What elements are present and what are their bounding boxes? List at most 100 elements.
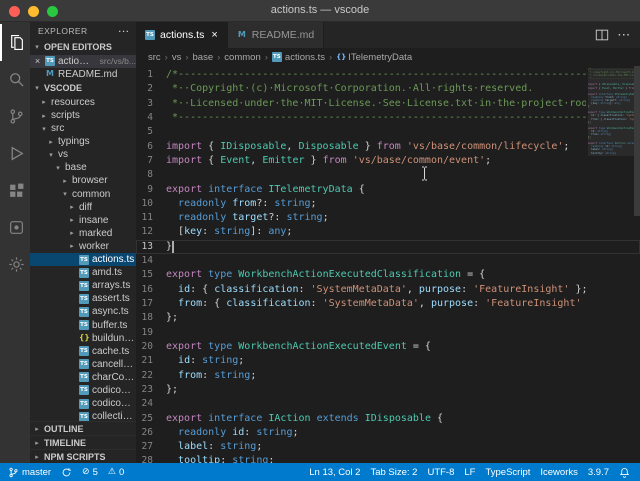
code-line-13[interactable]: 13} xyxy=(136,240,640,254)
code-line-5[interactable]: 5 xyxy=(136,125,640,139)
settings-button[interactable] xyxy=(0,246,30,283)
status-sync[interactable] xyxy=(61,467,72,478)
folder-browser[interactable]: ▸ browser xyxy=(30,174,136,187)
status-lf[interactable]: LF xyxy=(464,467,475,478)
code-line-17[interactable]: 17 from: { classification: 'SystemMetaDa… xyxy=(136,297,640,311)
status-typescript[interactable]: TypeScript xyxy=(485,467,530,478)
status-tab-size-2[interactable]: Tab Size: 2 xyxy=(370,467,417,478)
code-text: id: { classification: 'SystemMetaData', … xyxy=(178,283,586,295)
open-editor-README.md[interactable]: M README.md xyxy=(30,68,136,81)
code-line-21[interactable]: 21 id: string; xyxy=(136,354,640,368)
close-editor-icon[interactable]: × xyxy=(33,56,42,66)
status-branch[interactable]: master xyxy=(8,467,51,478)
notifications-bell-icon[interactable] xyxy=(619,467,630,478)
explorer-more-actions-icon[interactable]: ··· xyxy=(119,26,131,36)
status-error[interactable]: ⊘ 5 xyxy=(82,467,98,478)
code-line-10[interactable]: 10 readonly from?: string; xyxy=(136,197,640,211)
folder-diff[interactable]: ▸ diff xyxy=(30,201,136,214)
code-editor[interactable]: 1 /*-------------------------------------… xyxy=(136,66,640,463)
code-line-4[interactable]: 4 *-------------------------------------… xyxy=(136,111,640,125)
tab-actions.ts[interactable]: TS actions.ts × xyxy=(136,22,228,48)
status-utf-8[interactable]: UTF-8 xyxy=(427,467,454,478)
code-line-2[interactable]: 2 *··Copyright·(c)·Microsoft·Corporation… xyxy=(136,82,640,96)
open-editor-actions.ts[interactable]: ×TSactions.ts src/vs/b... xyxy=(30,54,136,68)
folder-insane[interactable]: ▸ insane xyxy=(30,214,136,227)
editor-scrollbar[interactable] xyxy=(634,66,640,463)
folder-src[interactable]: ▾ src xyxy=(30,122,136,135)
split-editor-icon[interactable] xyxy=(595,28,609,42)
status-warning[interactable]: ⚠ 0 xyxy=(108,467,124,478)
code-line-15[interactable]: 15 export type WorkbenchActionExecutedCla… xyxy=(136,268,640,282)
open-editors-header[interactable]: ▾ OPEN EDITORS xyxy=(30,40,136,55)
file-codicons.ts[interactable]: TScodicons.ts xyxy=(30,397,136,410)
warnings-icon: ⚠ xyxy=(107,467,116,477)
file-codicon.ts[interactable]: TS codicon.ts xyxy=(30,384,136,397)
code-line-16[interactable]: 16 id: { classification: 'SystemMetaData… xyxy=(136,283,640,297)
breadcrumb-item-common[interactable]: common xyxy=(224,52,260,63)
code-line-9[interactable]: 9 export interface ITelemetryData { xyxy=(136,183,640,197)
breadcrumb-item-ITelemetryData[interactable]: {} ITelemetryData xyxy=(336,52,412,63)
file-cancellation.ts[interactable]: TScancellation.ts xyxy=(30,358,136,371)
file-collections.ts[interactable]: TScollections.ts xyxy=(30,410,136,421)
run-debug-button[interactable] xyxy=(0,135,30,172)
iceworks-button[interactable] xyxy=(0,209,30,246)
folder-base[interactable]: ▾ base xyxy=(30,161,136,174)
code-line-27[interactable]: 27 label: string; xyxy=(136,440,640,454)
status-ln-13-col-2[interactable]: Ln 13, Col 2 xyxy=(309,467,360,478)
file-async.ts[interactable]: TS async.ts xyxy=(30,305,136,318)
search-button[interactable] xyxy=(0,61,30,98)
breadcrumb-item-actions.ts[interactable]: TS actions.ts xyxy=(271,52,325,63)
file-assert.ts[interactable]: TS assert.ts xyxy=(30,292,136,305)
breadcrumb-item-vs[interactable]: vs xyxy=(172,52,182,63)
file-buffer.ts[interactable]: TS buffer.ts xyxy=(30,318,136,331)
folder-scripts[interactable]: ▸ scripts xyxy=(30,109,136,122)
folder-worker[interactable]: ▸ worker xyxy=(30,240,136,253)
source-control-button[interactable] xyxy=(0,98,30,135)
editor-more-actions-icon[interactable]: ··· xyxy=(618,30,631,41)
code-line-26[interactable]: 26 readonly id: string; xyxy=(136,426,640,440)
close-tab-icon[interactable]: × xyxy=(211,29,217,41)
code-line-22[interactable]: 22 from: string; xyxy=(136,369,640,383)
folder-typings[interactable]: ▸ typings xyxy=(30,135,136,148)
status-bar: master ⊘ 5 ⚠ 0 Ln 13, Col 2 Tab Size: 2 UTF-8 L… xyxy=(0,463,640,481)
folder-marked[interactable]: ▸ marked xyxy=(30,227,136,240)
breadcrumb-item-src[interactable]: src xyxy=(148,52,161,63)
folder-vs[interactable]: ▾ vs xyxy=(30,148,136,161)
section-npm-scripts[interactable]: ▸ NPM SCRIPTS xyxy=(30,449,136,463)
scrollbar-thumb[interactable] xyxy=(634,66,640,216)
folder-resources[interactable]: ▸ resources xyxy=(30,96,136,109)
workspace-header[interactable]: ▾ VSCODE xyxy=(30,81,136,96)
minimap[interactable]: /*--------------------------------------… xyxy=(588,68,634,155)
code-line-3[interactable]: 3 *··Licensed·under·the·MIT·License.·See… xyxy=(136,97,640,111)
explorer-button[interactable] xyxy=(0,24,30,61)
code-line-7[interactable]: 7 import { Event, Emitter } from 'vs/base… xyxy=(136,154,640,168)
code-line-18[interactable]: 18}; xyxy=(136,311,640,325)
code-line-11[interactable]: 11 readonly target?: string; xyxy=(136,211,640,225)
file-cache.ts[interactable]: TS cache.ts xyxy=(30,345,136,358)
code-line-6[interactable]: 6 import { IDisposable, Disposable } from… xyxy=(136,140,640,154)
section-outline[interactable]: ▸ OUTLINE xyxy=(30,421,136,435)
code-line-19[interactable]: 19 xyxy=(136,326,640,340)
code-line-20[interactable]: 20 export type WorkbenchActionExecutedEve… xyxy=(136,340,640,354)
file-arrays.ts[interactable]: TS arrays.ts xyxy=(30,279,136,292)
folder-common[interactable]: ▾ common xyxy=(30,188,136,201)
file-buildunit.json[interactable]: {}buildunit.json xyxy=(30,332,136,345)
code-line-1[interactable]: 1 /*-------------------------------------… xyxy=(136,68,640,82)
section-timeline[interactable]: ▸ TIMELINE xyxy=(30,435,136,449)
code-line-28[interactable]: 28 tooltip: string; xyxy=(136,454,640,463)
file-charCode.ts[interactable]: TScharCode.ts xyxy=(30,371,136,384)
code-line-25[interactable]: 25 export interface IAction extends IDisp… xyxy=(136,412,640,426)
code-line-24[interactable]: 24 xyxy=(136,397,640,411)
file-actions.ts[interactable]: TS actions.ts xyxy=(30,253,136,267)
sync-icon xyxy=(61,467,72,478)
extensions-button[interactable] xyxy=(0,172,30,209)
code-line-23[interactable]: 23}; xyxy=(136,383,640,397)
code-line-14[interactable]: 14 xyxy=(136,254,640,268)
status-iceworks[interactable]: Iceworks xyxy=(540,467,577,478)
tab-README.md[interactable]: M README.md xyxy=(227,22,325,48)
code-line-8[interactable]: 8 xyxy=(136,168,640,182)
breadcrumb-item-base[interactable]: base xyxy=(193,52,214,63)
status-3-9-7[interactable]: 3.9.7 xyxy=(588,467,609,478)
file-amd.ts[interactable]: TS amd.ts xyxy=(30,266,136,279)
code-line-12[interactable]: 12 [key: string]: any; xyxy=(136,225,640,239)
